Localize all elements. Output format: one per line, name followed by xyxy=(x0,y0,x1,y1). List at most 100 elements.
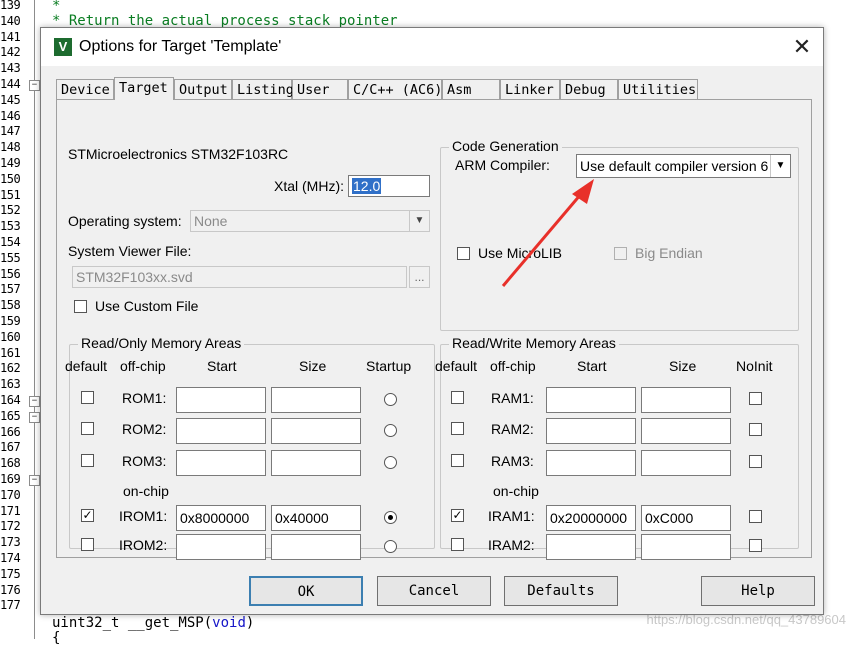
default-checkbox[interactable] xyxy=(451,454,464,467)
header-noinit: NoInit xyxy=(736,358,773,374)
line-number: 174 xyxy=(0,551,21,565)
line-number: 173 xyxy=(0,535,21,550)
noinit-checkbox[interactable] xyxy=(749,423,762,436)
line-number: 141 xyxy=(0,29,21,44)
arrow-shaft xyxy=(501,193,583,287)
tab-debug[interactable]: Debug xyxy=(560,79,618,99)
read-only-title: Read/Only Memory Areas xyxy=(78,335,245,351)
cancel-button[interactable]: Cancel xyxy=(377,576,491,606)
start-address-input[interactable] xyxy=(546,387,636,413)
tab-user[interactable]: User xyxy=(292,79,348,99)
fold-toggle-icon[interactable]: − xyxy=(29,411,40,423)
default-checkbox[interactable] xyxy=(451,391,464,404)
defaults-button[interactable]: Defaults xyxy=(504,576,618,606)
start-address-input[interactable] xyxy=(546,450,636,476)
tab-output[interactable]: Output xyxy=(174,79,232,99)
startup-radio[interactable] xyxy=(384,424,397,437)
line-number: 146 xyxy=(0,108,21,123)
close-icon[interactable]: ✕ xyxy=(787,32,817,62)
startup-radio[interactable] xyxy=(384,511,397,524)
line-number: 150 xyxy=(0,171,21,186)
line-number: 148 xyxy=(0,140,21,155)
help-button[interactable]: Help xyxy=(701,576,815,606)
size-input[interactable] xyxy=(271,450,361,476)
code-line-brace: { xyxy=(52,630,61,646)
startup-radio[interactable] xyxy=(384,393,397,406)
line-number: 175 xyxy=(0,566,21,581)
start-address-input[interactable] xyxy=(176,450,266,476)
memory-area-label: RAM2: xyxy=(491,421,534,437)
size-input[interactable] xyxy=(641,534,731,560)
line-number: 171 xyxy=(0,503,21,518)
code-keyword: void xyxy=(212,615,246,631)
start-address-input[interactable] xyxy=(546,534,636,560)
ok-button[interactable]: OK xyxy=(249,576,363,606)
line-number: 172 xyxy=(0,519,21,534)
line-number: 169 xyxy=(0,472,21,486)
line-number: 143 xyxy=(0,61,21,76)
tab-linker[interactable]: Linker xyxy=(500,79,560,99)
noinit-checkbox[interactable] xyxy=(749,455,762,468)
size-input[interactable] xyxy=(641,387,731,413)
target-tab-panel: STMicroelectronics STM32F103RC Xtal (MHz… xyxy=(56,99,812,560)
size-input[interactable] xyxy=(641,418,731,444)
size-input[interactable] xyxy=(271,534,361,560)
keil-app-icon: V xyxy=(54,38,72,56)
header-offchip: off-chip xyxy=(490,358,536,374)
default-checkbox[interactable] xyxy=(81,538,94,551)
size-input[interactable]: 0xC000 xyxy=(641,505,731,531)
start-address-input[interactable]: 0x8000000 xyxy=(176,505,266,531)
line-number: 158 xyxy=(0,298,21,313)
size-input[interactable] xyxy=(271,418,361,444)
default-checkbox[interactable] xyxy=(81,454,94,467)
line-number: 142 xyxy=(0,45,21,60)
header-default: default xyxy=(65,358,108,374)
line-number: 168 xyxy=(0,456,21,471)
default-checkbox[interactable] xyxy=(451,422,464,435)
start-address-input[interactable] xyxy=(546,418,636,444)
size-input[interactable] xyxy=(641,450,731,476)
line-number: 144 xyxy=(0,77,21,91)
start-address-input[interactable] xyxy=(176,418,266,444)
line-number: 154 xyxy=(0,235,21,249)
line-number: 147 xyxy=(0,124,21,139)
header-start: Start xyxy=(207,358,237,374)
size-input[interactable] xyxy=(271,387,361,413)
line-number: 166 xyxy=(0,424,21,439)
memory-area-label: IROM1: xyxy=(119,508,168,524)
default-checkbox[interactable] xyxy=(81,391,94,404)
startup-radio[interactable] xyxy=(384,456,397,469)
start-address-input[interactable]: 0x20000000 xyxy=(546,505,636,531)
tab-listing[interactable]: Listing xyxy=(232,79,294,99)
line-number: 155 xyxy=(0,250,21,265)
memory-area-label: RAM3: xyxy=(491,453,534,469)
default-checkbox[interactable]: ✓ xyxy=(451,509,464,522)
line-number: 164 xyxy=(0,393,21,407)
line-number: 167 xyxy=(0,440,21,455)
tab-target[interactable]: Target xyxy=(114,77,174,100)
start-address-input[interactable] xyxy=(176,387,266,413)
tab-utilities[interactable]: Utilities xyxy=(618,79,698,99)
default-checkbox[interactable] xyxy=(81,422,94,435)
header-startup: Startup xyxy=(366,358,412,374)
default-checkbox[interactable]: ✓ xyxy=(81,509,94,522)
on-chip-label: on-chip xyxy=(123,483,169,499)
fold-toggle-icon[interactable]: − xyxy=(29,396,40,407)
noinit-checkbox[interactable] xyxy=(749,510,762,523)
fold-toggle-icon[interactable]: − xyxy=(29,80,40,91)
line-number: 177 xyxy=(0,598,21,613)
default-checkbox[interactable] xyxy=(451,538,464,551)
noinit-checkbox[interactable] xyxy=(749,392,762,405)
size-input[interactable]: 0x40000 xyxy=(271,505,361,531)
tab-asm[interactable]: Asm xyxy=(442,79,500,99)
fold-toggle-icon[interactable]: − xyxy=(29,475,40,486)
tab-c-c-ac6[interactable]: C/C++ (AC6) xyxy=(348,79,442,99)
noinit-checkbox[interactable] xyxy=(749,539,762,552)
dialog-title: Options for Target 'Template' xyxy=(79,38,282,55)
tab-device[interactable]: Device xyxy=(56,79,114,99)
header-size: Size xyxy=(299,358,327,374)
header-offchip: off-chip xyxy=(120,358,166,374)
startup-radio[interactable] xyxy=(384,540,397,553)
memory-area-label: IROM2: xyxy=(119,537,168,553)
start-address-input[interactable] xyxy=(176,534,266,560)
